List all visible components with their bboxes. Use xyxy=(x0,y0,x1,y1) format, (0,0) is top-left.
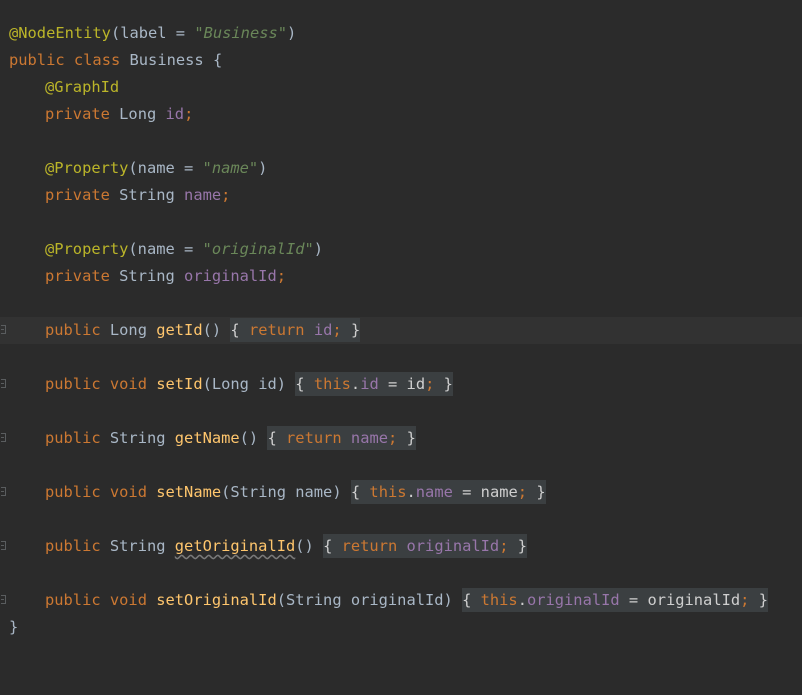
code-line[interactable]: public String getName() { return name; } xyxy=(0,425,802,452)
code-line[interactable] xyxy=(0,560,802,587)
code-line[interactable] xyxy=(0,290,802,317)
code-line[interactable] xyxy=(0,344,802,371)
class-name: Business xyxy=(129,51,204,69)
method-name-unused: getOriginalId xyxy=(174,537,296,555)
method-name: getId xyxy=(156,321,203,339)
code-line[interactable]: private String name; xyxy=(0,182,802,209)
code-line[interactable] xyxy=(0,506,802,533)
folded-body[interactable]: { this.originalId = originalId; } xyxy=(462,588,768,612)
code-line[interactable]: private Long id; xyxy=(0,101,802,128)
fold-toggle[interactable] xyxy=(0,425,9,452)
code-line[interactable]: } xyxy=(0,614,802,641)
code-line[interactable]: public void setId(Long id) { this.id = i… xyxy=(0,371,802,398)
method-name: setOriginalId xyxy=(156,591,277,609)
fold-toggle[interactable] xyxy=(0,533,9,560)
code-line[interactable] xyxy=(0,398,802,425)
fold-icon xyxy=(1,595,6,604)
fold-icon xyxy=(1,325,6,334)
code-line[interactable] xyxy=(0,209,802,236)
fold-toggle[interactable] xyxy=(0,317,9,344)
code-line[interactable]: @NodeEntity(label = "Business") xyxy=(0,20,802,47)
folded-body[interactable]: { this.name = name; } xyxy=(350,480,546,504)
code-line[interactable]: @Property(name = "originalId") xyxy=(0,236,802,263)
fold-icon xyxy=(1,487,6,496)
code-line-current[interactable]: public Long getId() { return id; } xyxy=(0,317,802,344)
code-line[interactable]: public class Business { xyxy=(0,47,802,74)
fold-icon xyxy=(1,433,6,442)
annotation: @NodeEntity xyxy=(9,24,111,42)
code-line[interactable] xyxy=(0,452,802,479)
code-line[interactable]: @GraphId xyxy=(0,74,802,101)
folded-body[interactable]: { return name; } xyxy=(267,426,416,450)
fold-icon xyxy=(1,541,6,550)
code-line[interactable]: public void setOriginalId(String origina… xyxy=(0,587,802,614)
method-name: setName xyxy=(156,483,222,501)
fold-toggle[interactable] xyxy=(0,587,9,614)
code-line[interactable]: public String getOriginalId() { return o… xyxy=(0,533,802,560)
folded-body[interactable]: { return originalId; } xyxy=(323,534,528,558)
code-line[interactable]: @Property(name = "name") xyxy=(0,155,802,182)
fold-icon xyxy=(1,379,6,388)
folded-body[interactable]: { this.id = id; } xyxy=(295,372,453,396)
method-name: setId xyxy=(156,375,203,393)
fold-toggle[interactable] xyxy=(0,371,9,398)
folded-body[interactable]: { return id; } xyxy=(230,318,361,342)
code-line[interactable] xyxy=(0,128,802,155)
fold-toggle[interactable] xyxy=(0,479,9,506)
code-line[interactable]: private String originalId; xyxy=(0,263,802,290)
code-editor[interactable]: @NodeEntity(label = "Business") public c… xyxy=(0,20,802,641)
method-name: getName xyxy=(174,429,240,447)
code-line[interactable]: public void setName(String name) { this.… xyxy=(0,479,802,506)
